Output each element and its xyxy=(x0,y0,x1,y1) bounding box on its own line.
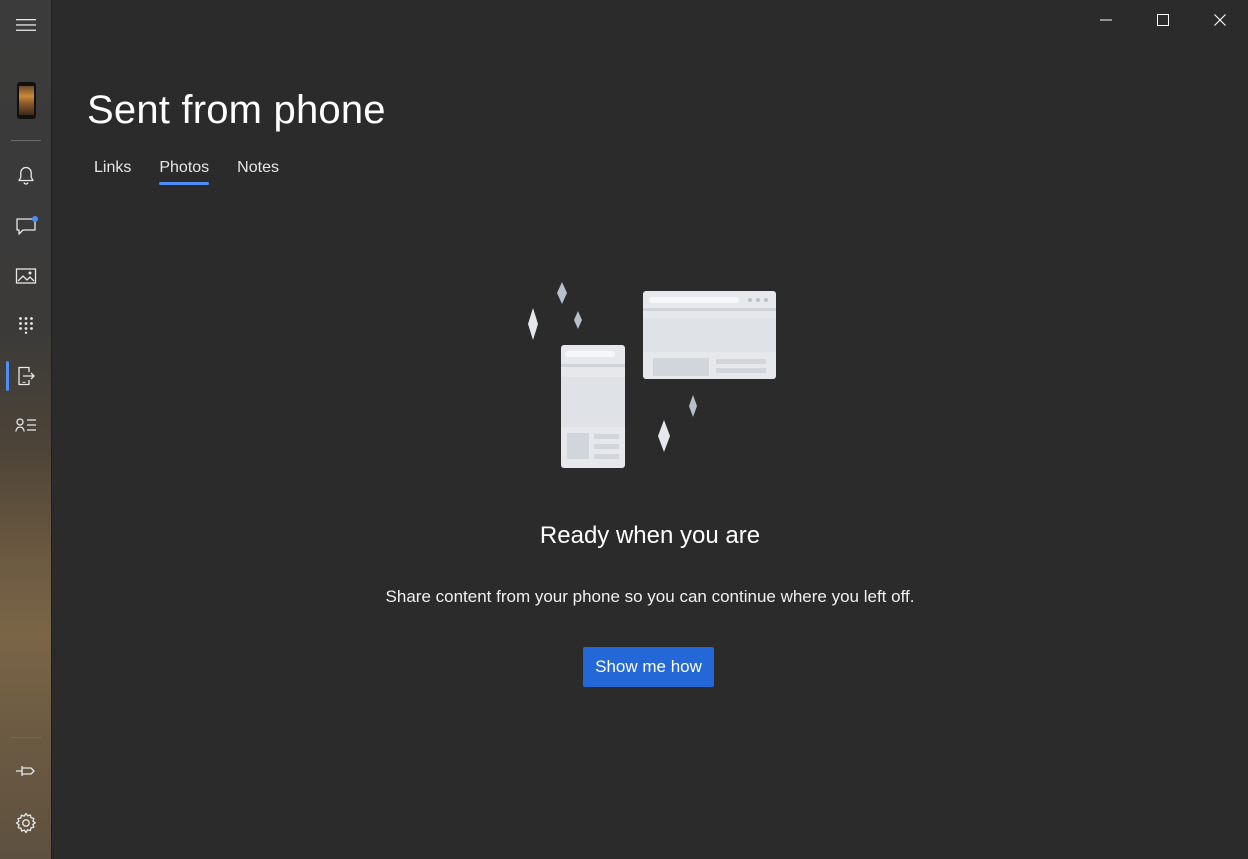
sidebar-item-notifications[interactable] xyxy=(0,154,52,198)
app-window: Sent from phone Links Photos Notes Ready… xyxy=(0,0,1248,859)
contacts-list-icon xyxy=(15,418,36,432)
pin-icon xyxy=(16,766,35,776)
show-me-how-button[interactable]: Show me how xyxy=(583,647,714,687)
minimize-icon xyxy=(1099,19,1112,21)
hamburger-menu-icon xyxy=(16,19,36,31)
page-title: Sent from phone xyxy=(87,88,386,132)
pin-button[interactable] xyxy=(0,749,52,793)
phone-wallpaper-thumbnail xyxy=(16,81,36,119)
phone-button[interactable] xyxy=(0,78,52,122)
sidebar-item-photos[interactable] xyxy=(0,254,52,298)
browser-window-graphic xyxy=(643,291,776,379)
close-button[interactable] xyxy=(1191,0,1248,40)
dialpad-icon xyxy=(19,317,33,334)
phone-screen-graphic xyxy=(561,345,625,468)
bell-icon xyxy=(18,166,34,185)
sidebar-divider xyxy=(11,737,41,738)
close-icon xyxy=(1213,14,1226,26)
sparkle-icon xyxy=(528,308,538,340)
gear-icon xyxy=(15,812,36,834)
phone-share-icon xyxy=(18,366,35,386)
sidebar-divider xyxy=(11,140,41,141)
sidebar-item-calls[interactable] xyxy=(0,303,52,347)
sparkle-icon xyxy=(658,420,670,452)
sparkle-icon xyxy=(557,282,567,304)
sidebar xyxy=(0,0,52,859)
tab-links[interactable]: Links xyxy=(94,156,131,188)
sidebar-item-sent-from-phone[interactable] xyxy=(0,354,52,398)
photos-icon xyxy=(15,268,37,284)
empty-state-description: Share content from your phone so you can… xyxy=(385,587,915,606)
empty-state-title: Ready when you are xyxy=(539,522,761,549)
empty-state-illustration xyxy=(528,282,776,468)
sparkle-icon xyxy=(574,311,582,329)
menu-button[interactable] xyxy=(0,3,52,47)
maximize-icon xyxy=(1156,14,1169,26)
sidebar-item-messages[interactable] xyxy=(0,204,52,248)
tab-notes[interactable]: Notes xyxy=(237,156,279,188)
sparkle-icon xyxy=(689,395,697,417)
sidebar-item-contacts[interactable] xyxy=(0,403,52,447)
settings-button[interactable] xyxy=(0,801,52,845)
minimize-button[interactable] xyxy=(1077,0,1134,40)
maximize-button[interactable] xyxy=(1134,0,1191,40)
tab-photos[interactable]: Photos xyxy=(159,156,209,188)
unread-badge xyxy=(32,216,38,222)
tab-bar: Links Photos Notes xyxy=(94,156,307,188)
